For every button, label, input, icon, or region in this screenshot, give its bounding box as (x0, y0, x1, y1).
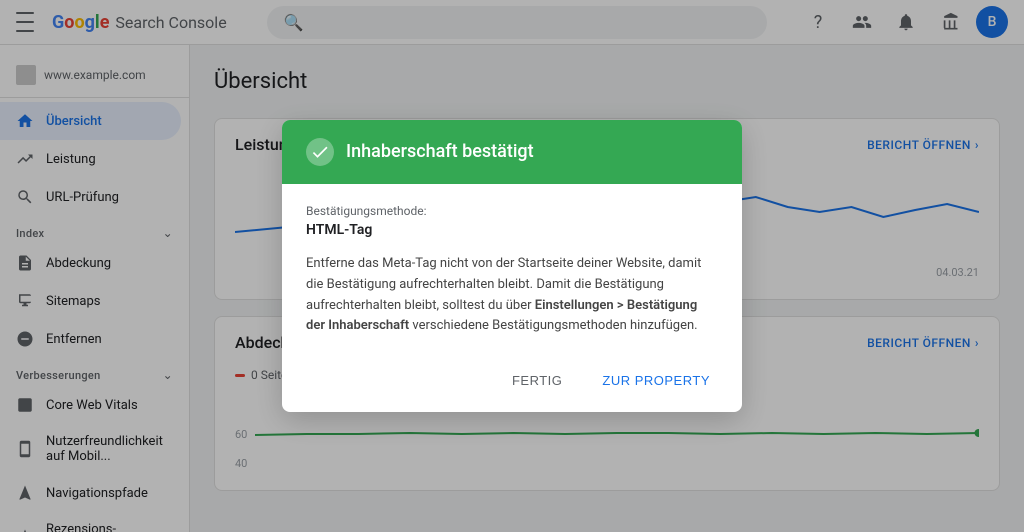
dialog-cancel-button[interactable]: FERTIG (496, 365, 578, 396)
dialog-confirm-button[interactable]: ZUR PROPERTY (586, 365, 726, 396)
dialog-title: Inhaberschaft bestätigt (346, 141, 534, 162)
checkmark-icon (306, 138, 334, 166)
dialog-header: Inhaberschaft bestätigt (282, 120, 742, 184)
confirmation-dialog: Inhaberschaft bestätigt Bestätigungsmeth… (282, 120, 742, 412)
dialog-method-label: Bestätigungsmethode: (306, 204, 718, 218)
dialog-description: Entferne das Meta-Tag nicht von der Star… (306, 254, 718, 337)
dialog-footer: FERTIG ZUR PROPERTY (282, 357, 742, 412)
dialog-overlay[interactable]: Inhaberschaft bestätigt Bestätigungsmeth… (0, 0, 1024, 532)
dialog-text-part2: verschiedene Bestätigungsmethoden hinzuf… (409, 318, 697, 333)
dialog-method-value: HTML-Tag (306, 222, 718, 238)
dialog-body: Bestätigungsmethode: HTML-Tag Entferne d… (282, 184, 742, 357)
